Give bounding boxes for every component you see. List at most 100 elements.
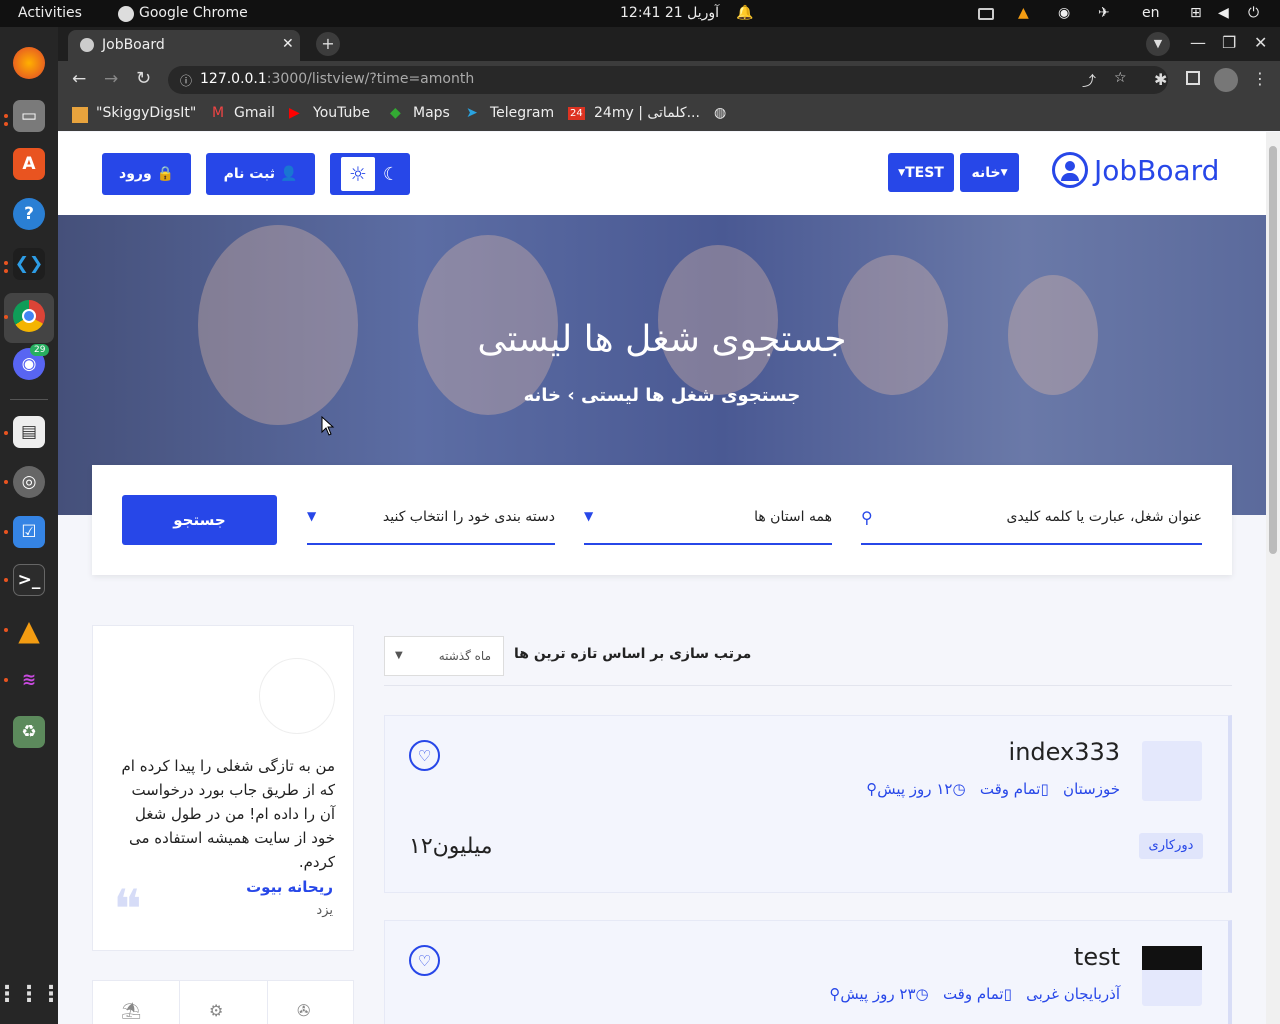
camera-indicator-icon[interactable]	[978, 8, 994, 20]
vlc-tray-icon[interactable]: ▲	[1018, 5, 1029, 21]
search-button[interactable]: جستجو	[122, 495, 277, 545]
activities-button[interactable]: Activities	[18, 5, 82, 21]
moon-icon[interactable]: ☾	[383, 164, 399, 185]
chevron-down-icon: ▼	[584, 509, 594, 523]
telegram-icon: ➤	[466, 105, 478, 121]
menu-icon[interactable]: ⋮	[1252, 69, 1268, 88]
testimonial-name: ریحانه بیوت	[246, 878, 333, 896]
testimonial-text: من به تازگی شغلی را پیدا کرده ام که از ط…	[121, 757, 335, 871]
disks-icon[interactable]: ◎	[13, 466, 45, 498]
tab-title: JobBoard	[102, 37, 165, 53]
partner-logo-icon: ⚙	[209, 1001, 224, 1020]
bookmark-2[interactable]: YouTube	[313, 105, 370, 121]
tray-icon[interactable]: ✈	[1098, 5, 1110, 21]
heart-icon[interactable]: ♡	[409, 945, 440, 976]
software-center-icon[interactable]: A	[13, 148, 45, 180]
clock[interactable]: آوریل 21 12:41	[620, 5, 719, 21]
job-salary: ۱۲میلیون	[409, 834, 493, 859]
new-tab-icon[interactable]: +	[316, 32, 340, 56]
files-icon[interactable]: ▭	[13, 100, 45, 132]
breadcrumb-current: جستجوی شغل ها لیستی	[581, 385, 801, 406]
discord-badge: 29	[30, 344, 50, 356]
vscode-icon[interactable]: ❮❯	[13, 248, 45, 280]
theme-toggle[interactable]: ☼ ☾	[330, 153, 410, 195]
bookmark-3[interactable]: Maps	[413, 105, 450, 121]
side-panel-icon[interactable]	[1186, 71, 1200, 85]
bookmark-icon: ▯	[1040, 780, 1049, 798]
volume-icon[interactable]: ◀	[1218, 5, 1229, 21]
tab-jobboard[interactable]: JobBoard ✕	[68, 30, 300, 61]
clock-icon: ◷	[915, 985, 929, 1003]
trash-icon[interactable]: ♻	[13, 716, 45, 748]
sun-icon[interactable]: ☼	[340, 157, 375, 191]
firefox-icon[interactable]	[13, 47, 45, 79]
close-icon[interactable]: ✕	[282, 36, 294, 52]
job-card[interactable]: test ⚲ آذربایجان غربی ▯تمام وقت ◷۲۳ روز پ…	[384, 920, 1232, 1024]
chrome-icon[interactable]	[13, 300, 45, 332]
bookmark-1[interactable]: Gmail	[234, 105, 275, 121]
vlc-icon[interactable]: ▲	[13, 614, 45, 647]
help-icon[interactable]: ?	[13, 198, 45, 230]
page-scrollbar[interactable]	[1266, 132, 1280, 1024]
reload-icon[interactable]: ↻	[136, 68, 151, 89]
quote-icon: ❝	[113, 878, 143, 941]
url-text: 127.0.0.1:3000/listview/?time=amonth	[200, 71, 475, 87]
share-icon[interactable]: ⤴	[1082, 71, 1096, 91]
show-apps-icon[interactable]: ⋮⋮⋮	[0, 978, 62, 1010]
site-info-icon[interactable]: ⓘ	[180, 72, 192, 89]
forward-icon[interactable]: →	[104, 69, 118, 89]
chevron-down-icon: ▼	[307, 509, 317, 523]
dock: ▭ A ? ❮❯ ◉ 29 ▤ ◎ ☑ >_ ▲ ≋ ♻ ⋮⋮⋮	[0, 27, 62, 1024]
document-viewer-icon[interactable]: ▤	[13, 416, 45, 448]
maximize-icon[interactable]: ❐	[1222, 33, 1236, 52]
job-badge: دورکاری	[1139, 833, 1203, 859]
sort-select[interactable]: ماه گذشته ▼	[384, 636, 504, 676]
province-select[interactable]: همه استان ها ▼	[584, 495, 832, 545]
language-indicator[interactable]: en	[1142, 5, 1160, 21]
bookmark-star-icon[interactable]: ☆	[1114, 70, 1127, 86]
toolbar: ← → ↻ ⓘ 127.0.0.1:3000/listview/?time=am…	[58, 61, 1280, 99]
job-title[interactable]: test	[1074, 943, 1120, 971]
scrollbar-thumb[interactable]	[1269, 146, 1277, 554]
nav-test[interactable]: ▼ TEST	[888, 153, 954, 192]
window-close-icon[interactable]: ✕	[1254, 33, 1267, 52]
address-bar[interactable]: ⓘ 127.0.0.1:3000/listview/?time=amonth ⤴…	[168, 66, 1168, 94]
job-meta: ⚲ آذربایجان غربی ▯تمام وقت ◷۲۳ روز پیش	[829, 985, 1120, 1003]
bell-icon[interactable]: 🔔	[736, 5, 753, 21]
extensions-icon[interactable]: ✱	[1154, 70, 1167, 89]
partner-logo-icon: ⛱	[121, 1001, 142, 1020]
tab-search-icon[interactable]: ▼	[1146, 32, 1170, 56]
network-icon[interactable]: ⊞	[1190, 5, 1202, 21]
login-button[interactable]: ورود 🔒	[102, 153, 191, 195]
avatar	[259, 658, 335, 734]
mouse-cursor-icon	[321, 416, 335, 436]
minimize-icon[interactable]: —	[1190, 33, 1206, 52]
bookmark-icon: ▯	[1003, 985, 1012, 1003]
app-menu[interactable]: Google Chrome	[139, 5, 248, 21]
heart-icon[interactable]: ♡	[409, 740, 440, 771]
logo-user-icon	[1052, 152, 1088, 188]
bookmark-4[interactable]: Telegram	[490, 105, 554, 121]
category-select[interactable]: دسته بندی خود را انتخاب کنید ▼	[307, 495, 555, 545]
site-logo[interactable]: JobBoard	[1094, 154, 1219, 187]
bookmark-5[interactable]: 24my | کلماتی...	[594, 105, 700, 121]
nav-home[interactable]: خانه ▼	[960, 153, 1019, 192]
lock-icon: 🔒	[156, 166, 174, 182]
avatar[interactable]	[1214, 68, 1238, 92]
youtube-icon: ▶	[289, 105, 300, 121]
terminal-icon[interactable]: >_	[13, 564, 45, 596]
keyword-input[interactable]: عنوان شغل، عبارت یا کلمه کلیدی ⚲	[861, 495, 1202, 545]
breadcrumb-home[interactable]: خانه	[524, 385, 561, 406]
register-button[interactable]: ثبت نام 👤	[206, 153, 315, 195]
kali-icon[interactable]: ≋	[13, 664, 45, 696]
site-header: JobBoard خانه ▼ ▼ TEST ☼ ☾ ثبت نام 👤 ورود …	[58, 132, 1266, 215]
job-card[interactable]: index333 ⚲ خوزستان ▯تمام وقت ◷۱۲ روز پیش …	[384, 715, 1232, 893]
job-title[interactable]: index333	[1009, 738, 1120, 766]
maps-icon: ◆	[390, 105, 401, 121]
power-icon[interactable]: ⏻	[1248, 5, 1259, 21]
bookmark-0[interactable]: "SkiggyDigsIt"	[96, 105, 196, 121]
discord-tray-icon[interactable]: ◉	[1058, 5, 1070, 21]
globe-icon[interactable]: ◍	[714, 105, 726, 121]
back-icon[interactable]: ←	[72, 69, 86, 89]
tasks-icon[interactable]: ☑	[13, 516, 45, 548]
